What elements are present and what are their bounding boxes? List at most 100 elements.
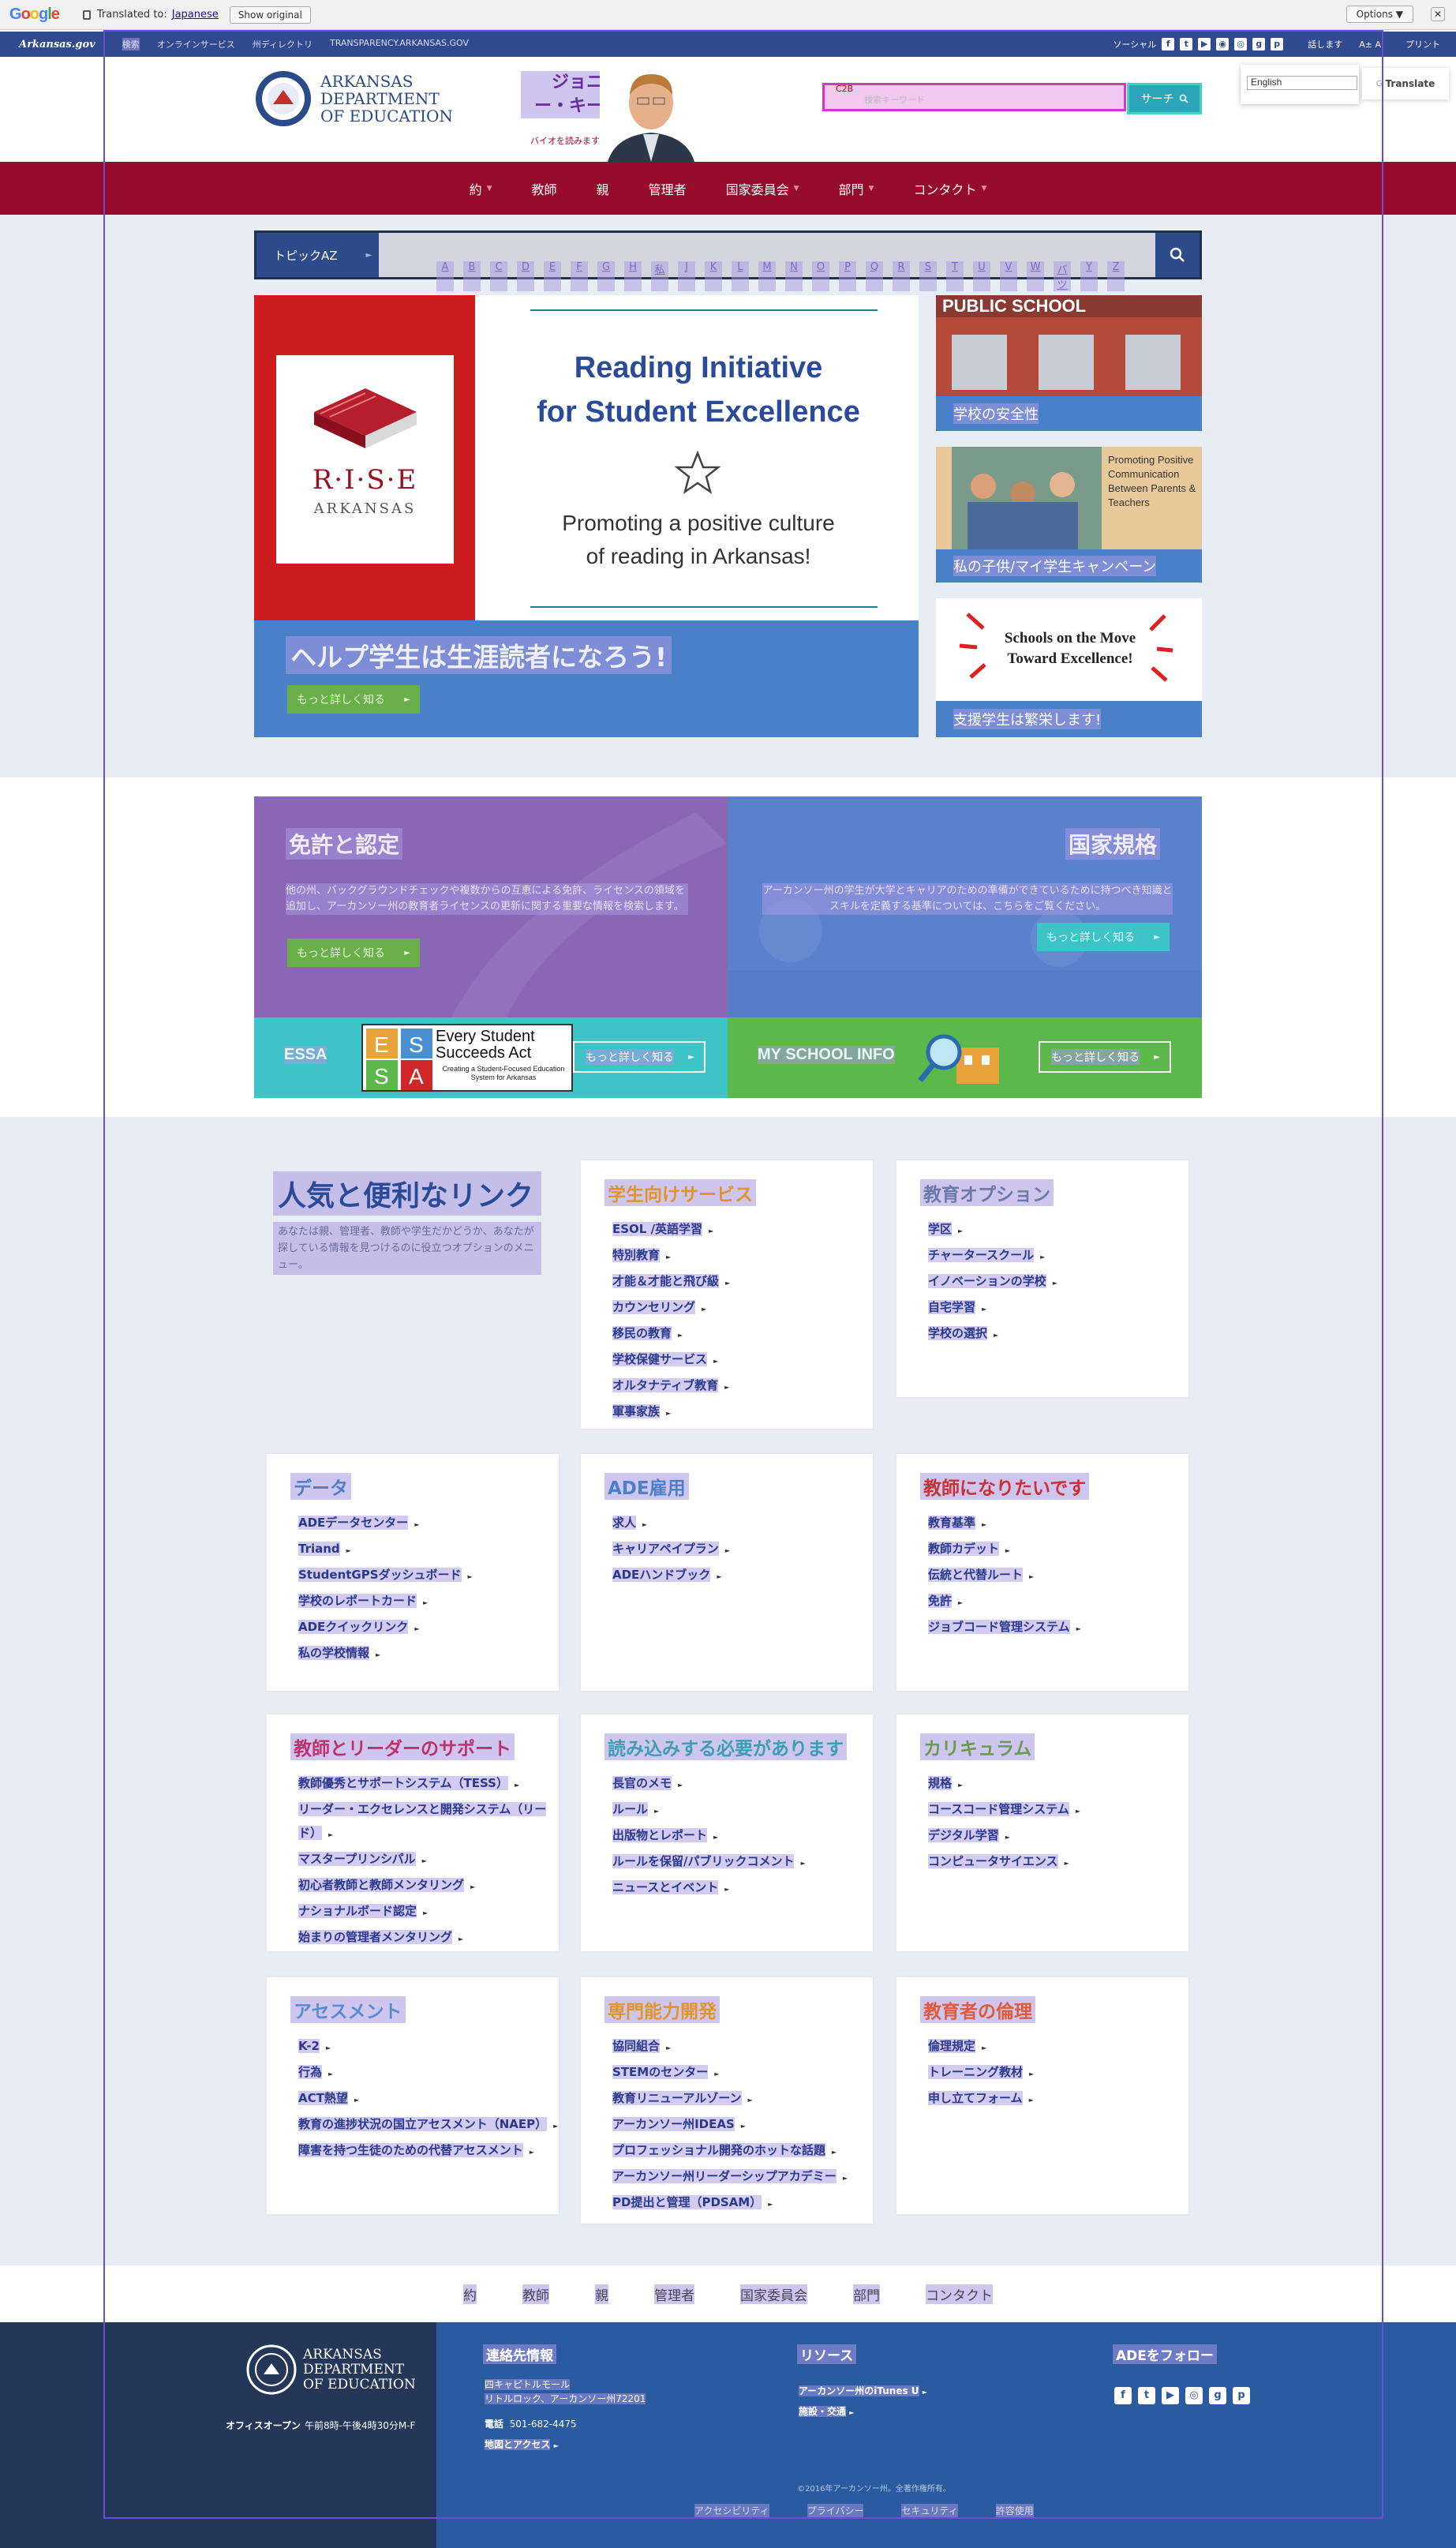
flickr-icon[interactable]: ◉ (1216, 38, 1230, 51)
legal-accessibility[interactable]: アクセシビリティ (694, 2504, 769, 2517)
search-input[interactable]: C2B 検索キーワード (822, 83, 1126, 111)
legal-privacy[interactable]: プライバシー (807, 2504, 864, 2517)
link-card-item[interactable]: 求人 ► (612, 1511, 730, 1537)
az-letter[interactable]: K (705, 261, 722, 291)
link-card-item[interactable]: 初心者教師と教師メンタリング ► (298, 1873, 559, 1899)
ade-logo[interactable]: ARKANSAS DEPARTMENT OF EDUCATION (254, 69, 453, 128)
util-link-transparency[interactable]: TRANSPARENCY.ARKANSAS.GOV (330, 38, 469, 51)
link-card-item[interactable]: リーダー・エクセレンスと開発システム（リード） ► (298, 1797, 559, 1847)
az-letter[interactable]: A (436, 261, 454, 291)
link-card-item[interactable]: 教育の進捗状況の国立アセスメント（NAEP） ► (298, 2112, 558, 2138)
tile-support-students[interactable]: Schools on the Move Toward Excellence! 支… (936, 598, 1202, 737)
az-letter[interactable]: F (571, 261, 588, 291)
topic-search-button[interactable] (1155, 233, 1200, 277)
link-card-item[interactable]: ナショナルボード認定 ► (298, 1899, 559, 1925)
util-link-online-services[interactable]: オンラインサービス (157, 38, 235, 51)
link-card-item[interactable]: 教育リニューアルゾーン ► (612, 2086, 848, 2112)
link-card-item[interactable]: 学校保健サービス ► (612, 1347, 730, 1373)
my-school-info-strip[interactable]: MY SCHOOL INFO もっと詳しく知る ► (728, 1017, 1202, 1098)
util-link-search[interactable]: 検索 (122, 38, 140, 51)
pinterest-icon[interactable]: p (1233, 2387, 1250, 2404)
link-card-item[interactable]: 規格 ► (928, 1771, 1080, 1797)
tile-school-safety[interactable]: PUBLIC SCHOOL 学校の安全性 (936, 295, 1202, 431)
nav-divisions[interactable]: 部門 ▼ (839, 179, 874, 198)
text-size-icon[interactable]: A± A (1359, 39, 1381, 50)
nav-teachers[interactable]: 教師 (532, 179, 557, 198)
essa-learn-more-button[interactable]: もっと詳しく知る ► (573, 1041, 706, 1073)
phone-number[interactable]: 501-682-4475 (510, 2419, 577, 2430)
link-card-item[interactable]: StudentGPSダッシュボード ► (298, 1563, 473, 1589)
standards-learn-more-button[interactable]: もっと詳しく知る ► (1037, 923, 1170, 951)
link-card-item[interactable]: 始まりの管理者メンタリング ► (298, 1925, 559, 1951)
az-letter[interactable]: W (1027, 261, 1044, 291)
link-card-item[interactable]: ADEハンドブック ► (612, 1563, 730, 1589)
language-dropdown[interactable]: Japanese (172, 9, 219, 21)
essa-strip[interactable]: ESSA ES SA Every Student Succeeds Act Cr… (254, 1017, 728, 1098)
footer-nav-about[interactable]: 約 (463, 2284, 477, 2304)
az-letter[interactable]: S (919, 261, 937, 291)
google-translate-button[interactable]: G Translate (1362, 68, 1449, 99)
commissioner-bio-link[interactable]: バイオを読みます (530, 134, 600, 147)
link-card-item[interactable]: 教師カデット ► (928, 1537, 1081, 1563)
az-letter[interactable]: 私 (651, 261, 668, 291)
map-directions-link[interactable]: 地図とアクセス ► (485, 2436, 559, 2455)
instagram-icon[interactable]: ◎ (1234, 38, 1248, 51)
legal-security[interactable]: セキュリティ (901, 2504, 958, 2517)
search-button[interactable]: サーチ (1127, 83, 1202, 114)
facebook-icon[interactable]: f (1162, 38, 1175, 51)
link-card-item[interactable]: プロフェッショナル開発のホットな話題 ► (612, 2138, 848, 2164)
link-card-item[interactable]: ESOL /英語学習 ► (612, 1217, 730, 1243)
commissioner-name[interactable]: ジョニー・キー (521, 71, 604, 118)
link-card-item[interactable]: オルタナティブ教育 ► (612, 1373, 730, 1400)
legal-acceptable-use[interactable]: 許容使用 (995, 2504, 1034, 2517)
link-card-item[interactable]: PD提出と管理（PDSAM） ► (612, 2190, 848, 2216)
link-card-item[interactable]: トレーニング教材 ► (928, 2060, 1034, 2086)
link-card-item[interactable]: カウンセリング ► (612, 1295, 730, 1321)
link-card-item[interactable]: STEMのセンター ► (612, 2060, 848, 2086)
link-card-item[interactable]: 特別教育 ► (612, 1243, 730, 1269)
link-card-item[interactable]: ADEデータセンター ► (298, 1511, 473, 1537)
link-card-item[interactable]: 才能＆才能と飛び級 ► (612, 1269, 730, 1295)
footer-nav-contact[interactable]: コンタクト (926, 2284, 993, 2304)
az-letter[interactable]: Z (1107, 261, 1125, 291)
az-letter[interactable]: P (839, 261, 856, 291)
link-card-item[interactable]: 伝統と代替ルート ► (928, 1563, 1081, 1589)
standards-block[interactable]: 国家規格 アーカンソー州の学生が大学とキャリアのための準備ができているために持つ… (728, 796, 1202, 1017)
link-card-item[interactable]: マスタープリンシパル ► (298, 1847, 559, 1873)
print-link[interactable]: プリント (1405, 38, 1440, 51)
twitter-icon[interactable]: t (1138, 2387, 1155, 2404)
link-card-item[interactable]: Triand ► (298, 1537, 473, 1563)
pinterest-icon[interactable]: p (1271, 38, 1284, 51)
nav-state-board[interactable]: 国家委員会 ▼ (726, 179, 799, 198)
az-letter[interactable]: T (946, 261, 964, 291)
link-card-item[interactable]: 学区 ► (928, 1217, 1057, 1243)
show-original-button[interactable]: Show original (229, 6, 311, 24)
az-letter[interactable]: L (732, 261, 749, 291)
nav-administrators[interactable]: 管理者 (649, 179, 687, 198)
footer-logo[interactable]: ARKANSAS DEPARTMENT OF EDUCATION (246, 2344, 416, 2395)
footer-nav-administrators[interactable]: 管理者 (654, 2284, 694, 2304)
topic-az-dropdown[interactable]: トピックAZ ► (256, 233, 379, 277)
googleplus-icon[interactable]: g (1252, 38, 1266, 51)
az-letter[interactable]: Q (866, 261, 883, 291)
nav-about[interactable]: 約 ▼ (470, 179, 492, 198)
link-card-item[interactable]: 申し立てフォーム ► (928, 2086, 1034, 2112)
link-card-item[interactable]: ジョブコード管理システム ► (928, 1615, 1081, 1641)
options-button[interactable]: Options ▼ (1346, 6, 1413, 23)
link-card-item[interactable]: 学校の選択 ► (928, 1321, 1057, 1347)
az-letter[interactable]: H (624, 261, 642, 291)
link-card-item[interactable]: 教育基準 ► (928, 1511, 1081, 1537)
az-letter[interactable]: O (812, 261, 829, 291)
link-card-item[interactable]: コンピュータサイエンス ► (928, 1849, 1080, 1875)
language-select[interactable]: English (1247, 76, 1357, 90)
az-letter[interactable]: J (678, 261, 695, 291)
licensure-block[interactable]: 免許と認定 他の州、バックグラウンドチェックや複数からの互恵による免許、ライセン… (254, 796, 728, 1017)
link-card-item[interactable]: キャリアペイプラン ► (612, 1537, 730, 1563)
link-card-item[interactable]: イノベーションの学校 ► (928, 1269, 1057, 1295)
link-card-item[interactable]: K-2 ► (298, 2034, 558, 2060)
link-card-item[interactable]: 自宅学習 ► (928, 1295, 1057, 1321)
link-card-item[interactable]: 協同組合 ► (612, 2034, 848, 2060)
arkansas-gov-link[interactable]: Arkansas.gov (19, 39, 95, 51)
az-letter[interactable]: E (544, 261, 561, 291)
nav-parents[interactable]: 親 (597, 179, 609, 198)
